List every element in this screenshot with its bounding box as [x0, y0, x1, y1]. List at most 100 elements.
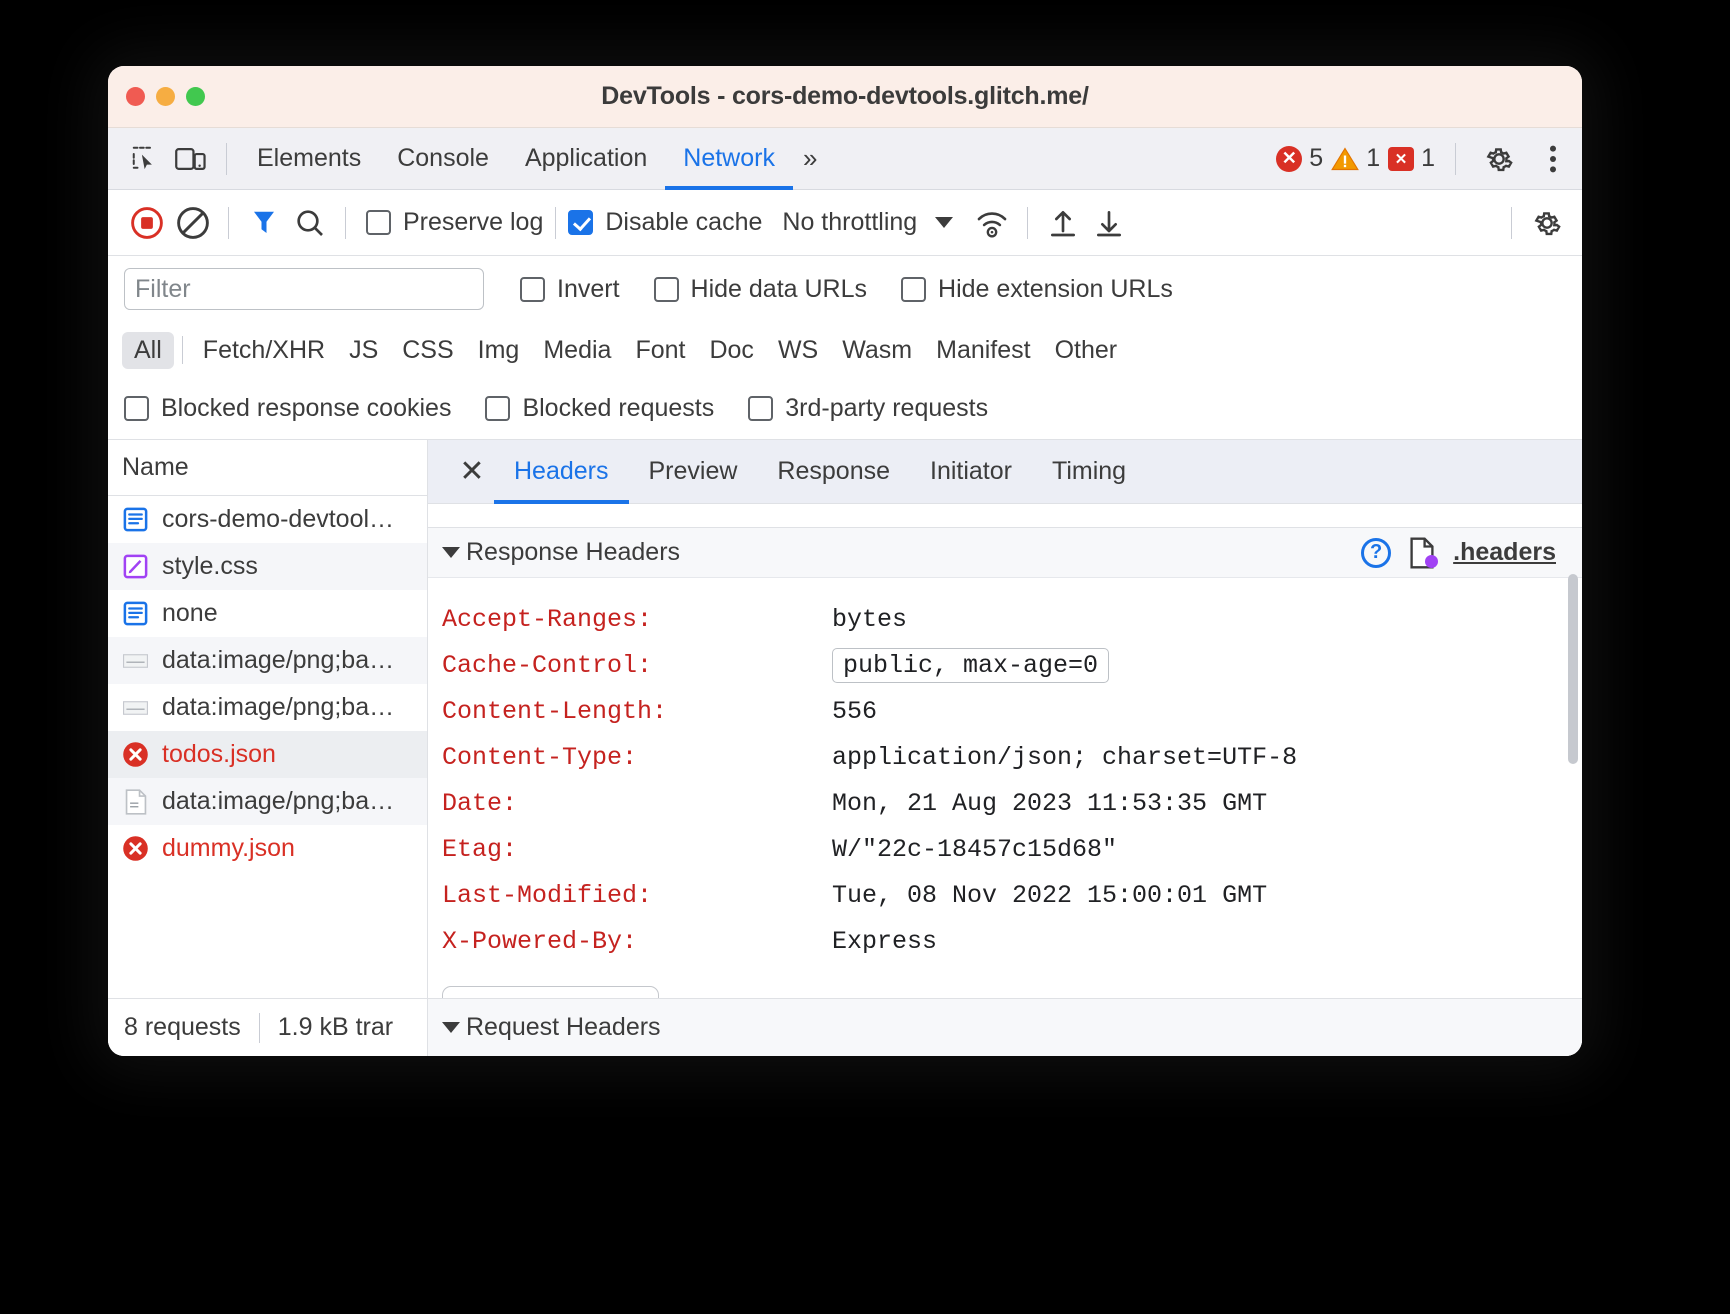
- list-item[interactable]: todos.json: [108, 731, 427, 778]
- type-filter-fetch-xhr[interactable]: Fetch/XHR: [191, 332, 337, 369]
- list-item[interactable]: data:image/png;ba…: [108, 637, 427, 684]
- help-question-icon[interactable]: ?: [1361, 538, 1391, 568]
- blocked-requests-label: Blocked requests: [522, 394, 714, 423]
- content-top-gap: [428, 504, 1582, 528]
- list-item[interactable]: cors-demo-devtool…: [108, 496, 427, 543]
- search-icon[interactable]: [287, 200, 333, 246]
- preserve-log-box[interactable]: [366, 210, 391, 235]
- header-value[interactable]: application/json; charset=UTF-8: [832, 743, 1297, 772]
- header-value[interactable]: 556: [832, 697, 877, 726]
- type-filter-ws[interactable]: WS: [766, 332, 830, 369]
- type-filter-all[interactable]: All: [122, 332, 174, 369]
- tab-preview[interactable]: Preview: [629, 440, 758, 504]
- list-item[interactable]: none: [108, 590, 427, 637]
- blocked-requests-box[interactable]: [485, 396, 510, 421]
- kebab-menu-icon[interactable]: [1530, 136, 1576, 182]
- response-headers-section-header[interactable]: Response Headers ? .headers: [428, 528, 1582, 578]
- invert-box[interactable]: [520, 277, 545, 302]
- type-filter-other[interactable]: Other: [1043, 332, 1130, 369]
- type-filter-doc[interactable]: Doc: [697, 332, 765, 369]
- list-item[interactable]: style.css: [108, 543, 427, 590]
- throttling-select[interactable]: No throttling: [782, 208, 917, 237]
- headers-file-icon[interactable]: [1409, 537, 1435, 569]
- request-list-column-header[interactable]: Name: [108, 440, 427, 496]
- message-count-badge[interactable]: ✕ 1: [1388, 144, 1435, 173]
- hide-extension-urls-box[interactable]: [901, 277, 926, 302]
- filter-funnel-icon[interactable]: [241, 200, 287, 246]
- blocked-response-cookies-box[interactable]: [124, 396, 149, 421]
- header-value-editable[interactable]: public, max-age=0: [832, 648, 1109, 683]
- panel-tab-application[interactable]: Application: [507, 128, 665, 190]
- gear-icon[interactable]: [1476, 136, 1522, 182]
- type-filter-font[interactable]: Font: [623, 332, 697, 369]
- blocked-requests-checkbox[interactable]: Blocked requests: [485, 394, 714, 423]
- header-value[interactable]: bytes: [832, 605, 907, 634]
- disable-cache-box[interactable]: [568, 210, 593, 235]
- header-value[interactable]: Express: [832, 927, 937, 956]
- close-icon[interactable]: ✕: [450, 454, 494, 489]
- hide-data-urls-checkbox[interactable]: Hide data URLs: [654, 275, 867, 304]
- blocked-response-cookies-checkbox[interactable]: Blocked response cookies: [124, 394, 451, 423]
- console-message-icon: ✕: [1388, 147, 1414, 171]
- type-filter-js[interactable]: JS: [337, 332, 390, 369]
- hide-extension-urls-checkbox[interactable]: Hide extension URLs: [901, 275, 1173, 304]
- headers-override-link[interactable]: .headers: [1453, 538, 1556, 567]
- invert-label: Invert: [557, 275, 620, 304]
- list-item-label: data:image/png;ba…: [162, 646, 394, 675]
- type-filter-css[interactable]: CSS: [390, 332, 465, 369]
- error-icon: [122, 835, 149, 862]
- window-title: DevTools - cors-demo-devtools.glitch.me/: [108, 82, 1582, 111]
- header-value[interactable]: W/"22c-18457c15d68": [832, 835, 1117, 864]
- tab-initiator[interactable]: Initiator: [910, 440, 1032, 504]
- tab-headers[interactable]: Headers: [494, 440, 629, 504]
- clear-icon[interactable]: [170, 200, 216, 246]
- request-headers-section-header[interactable]: Request Headers: [428, 998, 1582, 1056]
- network-conditions-icon[interactable]: [969, 200, 1015, 246]
- list-item-label: data:image/png;ba…: [162, 693, 394, 722]
- panel-tab-network[interactable]: Network: [665, 128, 793, 190]
- header-value[interactable]: Mon, 21 Aug 2023 11:53:35 GMT: [832, 789, 1267, 818]
- tab-timing[interactable]: Timing: [1032, 440, 1146, 504]
- header-name: Content-Length:: [442, 697, 832, 726]
- detail-tab-bar: ✕ Headers Preview Response Initiator Tim…: [428, 440, 1582, 504]
- panel-tab-console[interactable]: Console: [379, 128, 507, 190]
- disable-cache-checkbox[interactable]: Disable cache: [568, 208, 762, 237]
- tab-response[interactable]: Response: [757, 440, 910, 504]
- header-value[interactable]: Tue, 08 Nov 2022 15:00:01 GMT: [832, 881, 1267, 910]
- type-filter-media[interactable]: Media: [531, 332, 623, 369]
- device-toolbar-icon[interactable]: [168, 136, 214, 182]
- preserve-log-checkbox[interactable]: Preserve log: [366, 208, 543, 237]
- list-item-label: none: [162, 599, 218, 628]
- error-count-value: 5: [1309, 144, 1323, 173]
- invert-checkbox[interactable]: Invert: [520, 275, 620, 304]
- type-filter-wasm[interactable]: Wasm: [830, 332, 924, 369]
- type-filter-img[interactable]: Img: [466, 332, 532, 369]
- more-panels-icon[interactable]: »: [793, 143, 827, 174]
- list-item[interactable]: dummy.json: [108, 825, 427, 872]
- warning-count-badge[interactable]: 1: [1331, 144, 1380, 173]
- download-har-icon[interactable]: [1086, 200, 1132, 246]
- inspect-element-icon[interactable]: [122, 136, 168, 182]
- record-stop-icon[interactable]: [124, 200, 170, 246]
- status-divider: [259, 1013, 260, 1043]
- upload-har-icon[interactable]: [1040, 200, 1086, 246]
- hide-data-urls-label: Hide data URLs: [691, 275, 867, 304]
- filter-input[interactable]: [124, 268, 484, 310]
- detail-scrollbar-thumb[interactable]: [1568, 574, 1578, 764]
- chevron-down-icon[interactable]: [935, 217, 953, 228]
- third-party-requests-checkbox[interactable]: 3rd-party requests: [748, 394, 988, 423]
- list-item[interactable]: data:image/png;ba…: [108, 778, 427, 825]
- hide-data-urls-box[interactable]: [654, 277, 679, 302]
- toolbar-divider-1: [228, 207, 229, 239]
- list-item[interactable]: data:image/png;ba…: [108, 684, 427, 731]
- type-filter-manifest[interactable]: Manifest: [924, 332, 1042, 369]
- error-count-badge[interactable]: ✕ 5: [1276, 144, 1323, 173]
- header-row: Etag: W/"22c-18457c15d68": [442, 826, 1582, 872]
- list-item-label: dummy.json: [162, 834, 295, 863]
- network-settings-gear-icon[interactable]: [1524, 200, 1570, 246]
- panelbar-divider: [226, 143, 227, 175]
- resource-type-filters: All Fetch/XHR JS CSS Img Media Font Doc …: [108, 322, 1582, 378]
- panel-tab-elements[interactable]: Elements: [239, 128, 379, 190]
- third-party-requests-box[interactable]: [748, 396, 773, 421]
- blocked-response-cookies-label: Blocked response cookies: [161, 394, 451, 423]
